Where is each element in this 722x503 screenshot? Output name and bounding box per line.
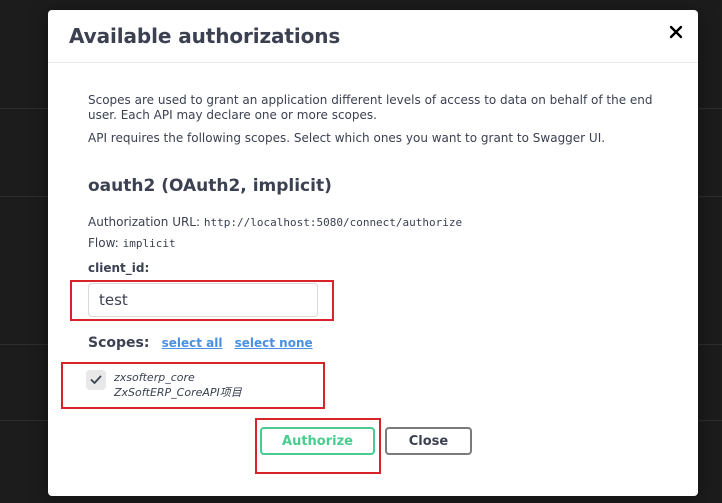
scheme-title: oauth2 (OAuth2, implicit) — [88, 176, 332, 196]
modal-title: Available authorizations — [69, 24, 341, 48]
authorization-url: Authorization URL: http://localhost:5080… — [88, 215, 462, 229]
scope-description: ZxSoftERP_CoreAPI项目 — [114, 386, 242, 399]
backdrop-divider — [0, 420, 48, 421]
close-icon[interactable] — [668, 24, 684, 40]
scope-item: zxsofterp_core ZxSoftERP_CoreAPI项目 — [114, 370, 242, 400]
authorization-url-label: Authorization URL: — [88, 215, 201, 229]
close-button[interactable]: Close — [385, 427, 472, 455]
client-id-label: client_id: — [88, 261, 150, 275]
flow-value: implicit — [122, 237, 176, 250]
client-id-input[interactable] — [88, 283, 318, 317]
backdrop-divider — [698, 344, 722, 345]
backdrop-divider — [0, 344, 48, 345]
backdrop-divider — [0, 196, 48, 197]
authorization-url-value: http://localhost:5080/connect/authorize — [203, 216, 463, 229]
backdrop-divider — [698, 108, 722, 109]
scopes-instruction: API requires the following scopes. Selec… — [88, 131, 606, 145]
flow: Flow: implicit — [88, 236, 176, 250]
checkmark-icon — [90, 375, 102, 384]
backdrop-divider — [698, 420, 722, 421]
scope-checkbox[interactable] — [86, 370, 106, 390]
authorization-modal: Available authorizations Scopes are used… — [48, 10, 698, 496]
select-none-link[interactable]: select none — [235, 336, 313, 350]
flow-label: Flow: — [88, 236, 119, 250]
authorize-button[interactable]: Authorize — [260, 427, 375, 455]
backdrop-divider — [0, 108, 48, 109]
scopes-header: Scopes: select all select none — [88, 335, 321, 351]
scope-name: zxsofterp_core — [114, 371, 195, 384]
modal-header: Available authorizations — [48, 10, 698, 63]
backdrop-divider — [698, 196, 722, 197]
scopes-description: Scopes are used to grant an application … — [88, 93, 653, 122]
select-all-link[interactable]: select all — [162, 336, 223, 350]
scopes-label: Scopes: — [88, 335, 150, 351]
